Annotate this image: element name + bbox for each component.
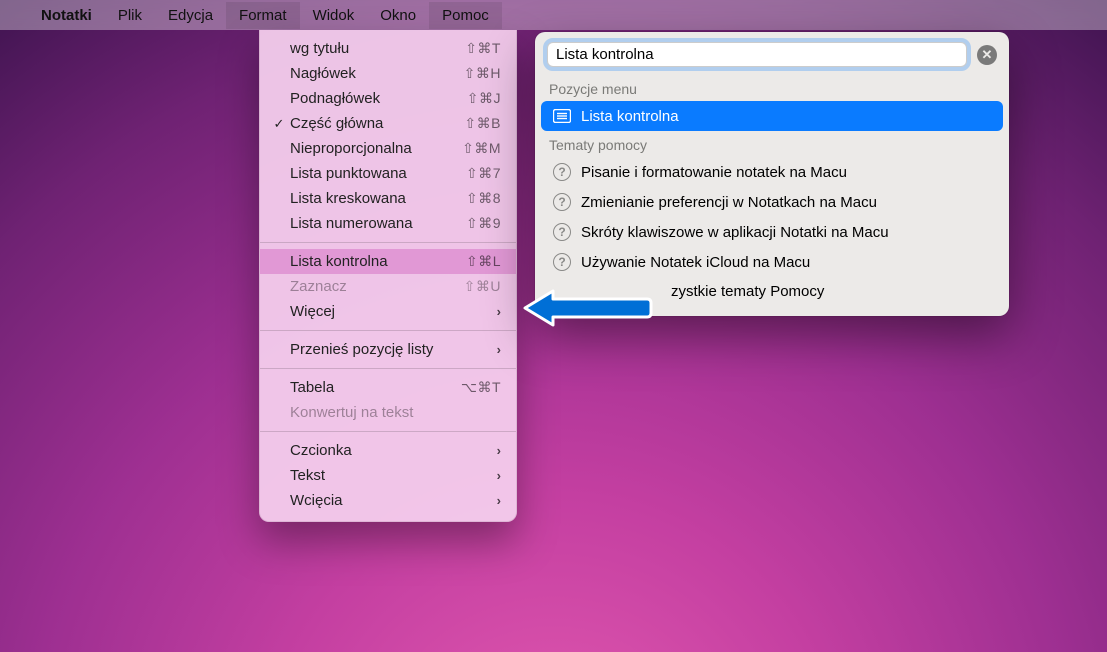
help-topic-row[interactable]: ? Używanie Notatek iCloud na Macu (541, 247, 1003, 277)
format-item-mark: Zaznacz ⇧⌘U (260, 274, 516, 299)
chevron-right-icon: › (497, 443, 501, 458)
help-result-menu-checklist[interactable]: Lista kontrolna (541, 101, 1003, 131)
help-topic-icon: ? (553, 253, 571, 271)
format-item-font[interactable]: Czcionka › (260, 438, 516, 463)
menu-format[interactable]: Format (226, 2, 300, 29)
format-item-title[interactable]: wg tytułu ⇧⌘T (260, 36, 516, 61)
format-item-heading[interactable]: Nagłówek ⇧⌘H (260, 61, 516, 86)
menu-view[interactable]: Widok (300, 2, 368, 29)
help-pointer-arrow-icon (523, 289, 653, 327)
help-section-topics: Tematy pomocy (535, 131, 1009, 157)
menu-window[interactable]: Okno (367, 2, 429, 29)
help-topic-row[interactable]: ? Skróty klawiszowe w aplikacji Notatki … (541, 217, 1003, 247)
chevron-right-icon: › (497, 468, 501, 483)
format-item-bulleted[interactable]: Lista punktowana ⇧⌘7 (260, 161, 516, 186)
help-topic-row[interactable]: ? Pisanie i formatowanie notatek na Macu (541, 157, 1003, 187)
format-item-monospaced[interactable]: Nieproporcjonalna ⇧⌘M (260, 136, 516, 161)
app-menu[interactable]: Notatki (28, 2, 105, 29)
help-topic-icon: ? (553, 223, 571, 241)
format-item-table[interactable]: Tabela ⌥⌘T (260, 375, 516, 400)
help-topic-icon: ? (553, 163, 571, 181)
format-item-body[interactable]: ✓ Część główna ⇧⌘B (260, 111, 516, 136)
menu-separator (260, 431, 516, 432)
help-section-menu-items: Pozycje menu (535, 75, 1009, 101)
chevron-right-icon: › (497, 493, 501, 508)
format-item-numbered[interactable]: Lista numerowana ⇧⌘9 (260, 211, 516, 236)
help-topic-icon: ? (553, 193, 571, 211)
help-topic-row[interactable]: ? Zmienianie preferencji w Notatkach na … (541, 187, 1003, 217)
menu-separator (260, 368, 516, 369)
format-item-subheading[interactable]: Podnagłówek ⇧⌘J (260, 86, 516, 111)
help-popover: ✕ Pozycje menu Lista kontrolna Tematy po… (535, 32, 1009, 316)
checkmark-icon: ✓ (270, 116, 288, 132)
menu-edit[interactable]: Edycja (155, 2, 226, 29)
format-dropdown: wg tytułu ⇧⌘T Nagłówek ⇧⌘H Podnagłówek ⇧… (259, 30, 517, 522)
chevron-right-icon: › (497, 304, 501, 319)
format-item-dashed[interactable]: Lista kreskowana ⇧⌘8 (260, 186, 516, 211)
menu-separator (260, 242, 516, 243)
help-search-input[interactable] (547, 42, 967, 67)
format-item-more[interactable]: Więcej › (260, 299, 516, 324)
menu-file[interactable]: Plik (105, 2, 155, 29)
menubar: Notatki Plik Edycja Format Widok Okno Po… (0, 0, 1107, 30)
clear-search-icon[interactable]: ✕ (977, 45, 997, 65)
format-item-indent[interactable]: Wcięcia › (260, 488, 516, 513)
format-item-text[interactable]: Tekst › (260, 463, 516, 488)
menu-item-icon (553, 107, 571, 125)
format-item-convert-text: Konwertuj na tekst (260, 400, 516, 425)
menu-help[interactable]: Pomoc (429, 2, 502, 29)
format-item-move-list[interactable]: Przenieś pozycję listy › (260, 337, 516, 362)
menu-separator (260, 330, 516, 331)
format-item-checklist[interactable]: Lista kontrolna ⇧⌘L (260, 249, 516, 274)
help-search-row: ✕ (535, 32, 1009, 75)
chevron-right-icon: › (497, 342, 501, 357)
